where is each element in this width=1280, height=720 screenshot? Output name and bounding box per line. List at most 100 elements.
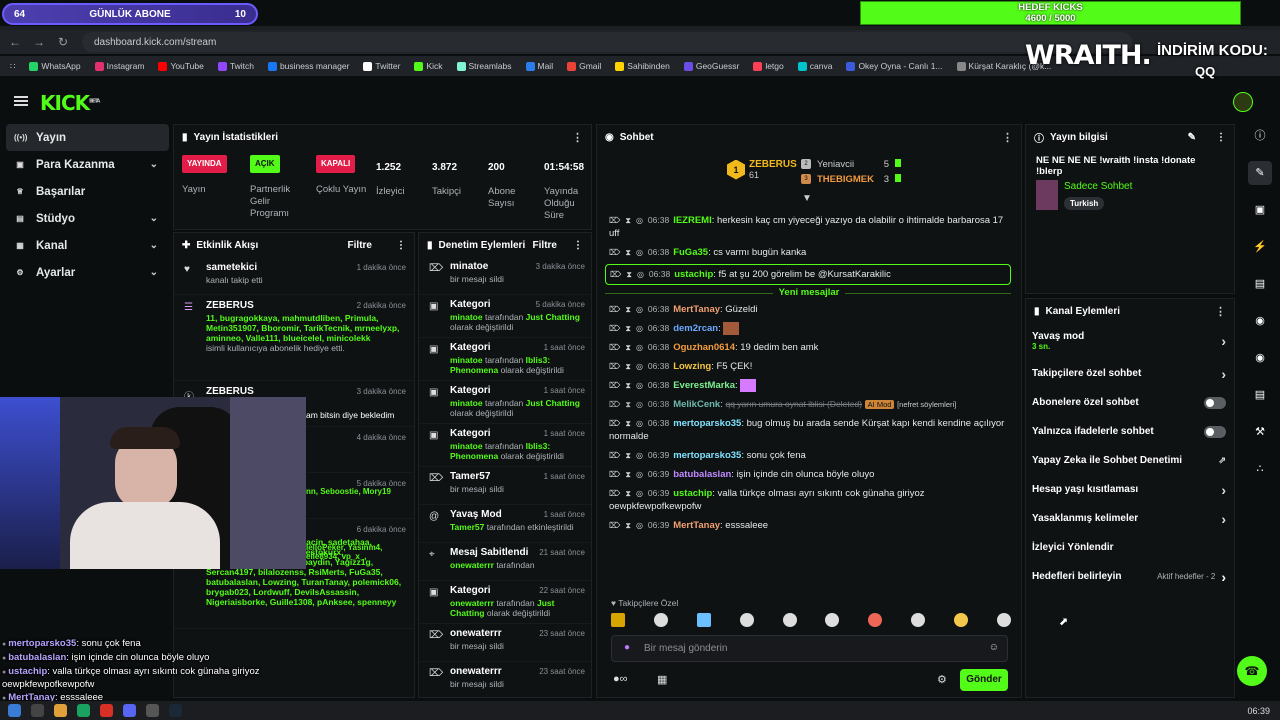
chevron-right-icon[interactable]: ›	[1221, 511, 1226, 527]
language-tag[interactable]: Turkish	[1064, 197, 1105, 210]
timeout-icon[interactable]: ⧗	[625, 381, 631, 390]
send-button[interactable]: Gönder	[960, 669, 1008, 691]
emote-icon[interactable]	[911, 613, 926, 627]
top-gifter-2[interactable]: 2 Yeniavcii 5	[801, 159, 901, 170]
category-name[interactable]: Sadece Sohbet	[1064, 181, 1132, 192]
delete-icon[interactable]: ⌦	[609, 362, 620, 371]
ban-icon[interactable]: ◎	[636, 381, 643, 390]
bookmark-item[interactable]: Sahibinden	[615, 61, 670, 71]
channel-action[interactable]: Hesap yaşı kısıtlaması ›	[1026, 475, 1234, 504]
search-icon[interactable]	[31, 704, 44, 717]
chrome-icon[interactable]	[100, 704, 113, 717]
channel-action[interactable]: Takipçilere özel sohbet ›	[1026, 359, 1234, 388]
emote-icon[interactable]	[954, 613, 968, 627]
chat-username[interactable]: EverestMarka	[673, 380, 735, 391]
sidebar-item-yayın[interactable]: ((•)) Yayın	[6, 124, 169, 151]
delete-icon[interactable]: ⌦	[610, 270, 621, 279]
channel-action[interactable]: Hedefleri belirleyin Aktif hedefler - 2 ›	[1026, 562, 1234, 591]
menu-icon[interactable]	[14, 96, 28, 106]
chat-username[interactable]: MelikCenk	[673, 399, 720, 410]
delete-icon[interactable]: ⌦	[609, 343, 620, 352]
timeout-icon[interactable]: ⧗	[625, 362, 631, 371]
activity-filter[interactable]: Filtre	[348, 240, 372, 251]
emote-icon[interactable]	[782, 613, 797, 627]
back-icon[interactable]: ←	[6, 33, 24, 51]
channel-action[interactable]: Yasaklanmış kelimeler ›	[1026, 504, 1234, 533]
ban-icon[interactable]: ◎	[636, 324, 643, 333]
chevron-right-icon[interactable]: ›	[1221, 366, 1226, 382]
timeout-icon[interactable]: ⧗	[625, 216, 631, 225]
discord-icon[interactable]	[123, 704, 136, 717]
timeout-icon[interactable]: ⧗	[626, 270, 632, 279]
store-icon[interactable]: ▦	[657, 673, 667, 686]
chevron-down-icon[interactable]: ⌄	[150, 267, 158, 278]
bookmark-item[interactable]: Mail	[525, 61, 553, 71]
chat-username[interactable]: mertoparsko35	[673, 450, 741, 461]
timeout-icon[interactable]: ⧗	[625, 451, 631, 460]
chevron-right-icon[interactable]: ›	[1221, 569, 1226, 585]
delete-icon[interactable]: ⌦	[609, 305, 620, 314]
channel-action[interactable]: Yalnızca ifadelerle sohbet	[1026, 417, 1234, 446]
chat-username[interactable]: Lowzing	[673, 361, 711, 372]
ban-icon[interactable]: ◎	[636, 343, 643, 352]
chat-username[interactable]: MertTanay	[673, 520, 720, 531]
more-icon[interactable]: ⋮	[1216, 132, 1226, 143]
delete-icon[interactable]: ⌦	[609, 521, 620, 530]
more-icon[interactable]: ⋮	[1215, 305, 1226, 318]
top-gifter-1[interactable]: 1 ZEBERUS 61	[727, 159, 797, 180]
bookmark-item[interactable]: Streamlabs	[456, 61, 512, 71]
timeout-icon[interactable]: ⧗	[625, 489, 631, 498]
help-button[interactable]: ☎	[1237, 656, 1267, 686]
start-icon[interactable]	[8, 704, 21, 717]
wrench-icon[interactable]: ⚒	[1248, 420, 1272, 444]
ban-icon[interactable]: ◎	[636, 216, 643, 225]
points-icon[interactable]: ●∞	[613, 673, 628, 685]
emote-icon[interactable]	[696, 613, 711, 627]
bookmark-item[interactable]: letgo	[753, 61, 784, 71]
top-gifter-3[interactable]: 3 THEBIGMEK 3	[801, 174, 901, 185]
chat-username[interactable]: batubalaslan	[673, 469, 731, 480]
delete-icon[interactable]: ⌦	[609, 324, 620, 333]
bookmark-item[interactable]: Okey Oyna - Canlı 1...	[846, 61, 943, 71]
timeout-icon[interactable]: ⧗	[625, 521, 631, 530]
channel-action[interactable]: Yavaş mod 3 sn. ›	[1026, 323, 1234, 359]
delete-icon[interactable]: ⌦	[609, 400, 620, 409]
sidebar-item-ayarlar[interactable]: ⚙ Ayarlar ⌄	[0, 259, 170, 286]
edit-icon[interactable]: ✎	[1188, 132, 1196, 143]
bookmark-item[interactable]: business manager	[267, 61, 349, 71]
activity-user[interactable]: ZEBERUS	[206, 301, 254, 311]
toggle-switch[interactable]	[1204, 425, 1226, 438]
activity-user[interactable]: ZEBERUS	[206, 387, 254, 397]
delete-icon[interactable]: ⌦	[609, 419, 620, 428]
broadcast-icon[interactable]: ◉	[1248, 346, 1272, 370]
forward-icon[interactable]: →	[30, 33, 48, 51]
sidebar-item-para-kazanma[interactable]: ▣ Para Kazanma ⌄	[0, 151, 170, 178]
folder-icon[interactable]	[54, 704, 67, 717]
bookmark-item[interactable]: YouTube	[158, 61, 204, 71]
sidebar-item-kanal[interactable]: ▦ Kanal ⌄	[0, 232, 170, 259]
chat-input[interactable]: ● Bir mesaj gönderin ☺	[611, 635, 1008, 662]
bolt-icon[interactable]: ⚡	[1248, 235, 1272, 259]
ban-icon[interactable]: ◎	[636, 419, 643, 428]
bookmark-item[interactable]: Kick	[414, 61, 443, 71]
emoji-icon[interactable]: ☺	[989, 642, 999, 653]
channel-action[interactable]: İzleyici Yönlendir	[1026, 533, 1234, 562]
chevron-right-icon[interactable]: ›	[1221, 482, 1226, 498]
emote-icon[interactable]	[611, 613, 625, 627]
channel-action[interactable]: Yapay Zeka ile Sohbet Denetimi ⇗	[1026, 446, 1234, 475]
more-icon[interactable]: ⋮	[1002, 131, 1013, 144]
reload-icon[interactable]: ↻	[54, 33, 72, 51]
ban-icon[interactable]: ◎	[636, 362, 643, 371]
chat-username[interactable]: FuGa35	[673, 247, 708, 258]
emote-icon[interactable]	[653, 613, 668, 627]
layout-icon[interactable]: ▤	[1248, 383, 1272, 407]
bookmark-item[interactable]: Gmail	[567, 61, 601, 71]
delete-icon[interactable]: ⌦	[609, 381, 620, 390]
timeout-icon[interactable]: ⧗	[625, 343, 631, 352]
chevron-down-icon[interactable]: ⌄	[150, 240, 158, 251]
info-icon[interactable]: ⓘ	[1248, 124, 1272, 148]
emote-icon[interactable]	[739, 613, 754, 627]
sidebar-item-stüdyo[interactable]: ▤ Stüdyo ⌄	[0, 205, 170, 232]
apps-grid-icon[interactable]: ∷	[10, 61, 15, 72]
chevron-down-icon[interactable]: ⌄	[150, 159, 158, 170]
